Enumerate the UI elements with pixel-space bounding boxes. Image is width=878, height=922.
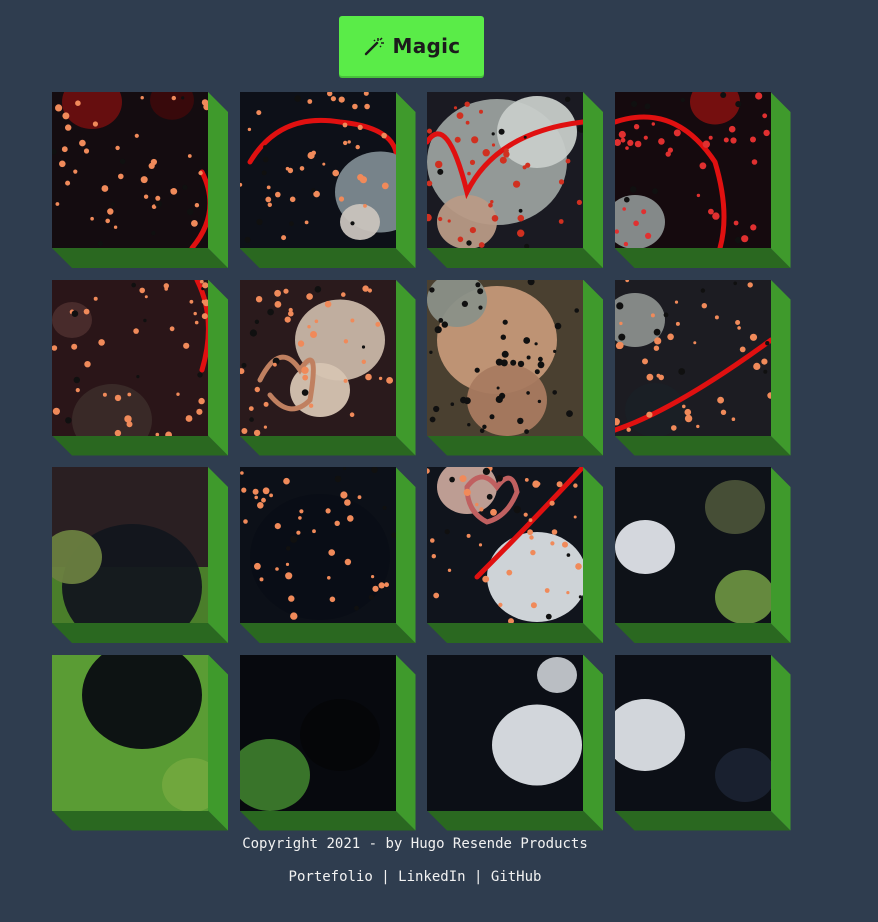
tile-side-edge — [395, 92, 416, 268]
tile-bottom-edge — [52, 248, 228, 268]
tile-image-slice — [239, 467, 396, 623]
puzzle-tile[interactable] — [614, 654, 791, 831]
tile-bottom-edge — [427, 810, 603, 831]
tile-image-slice — [427, 279, 583, 436]
tile-image — [239, 467, 396, 623]
tile-image — [427, 467, 583, 623]
tile-image — [239, 92, 396, 248]
tile-image-slice — [614, 654, 771, 811]
tile-image-slice — [614, 467, 771, 623]
tile-image-slice — [427, 467, 583, 623]
tile-image — [239, 654, 396, 811]
puzzle-tile[interactable] — [52, 467, 228, 643]
puzzle-tile[interactable] — [427, 654, 603, 831]
tile-image-slice — [52, 467, 208, 623]
tile-image — [614, 279, 771, 436]
tile-bottom-edge — [239, 435, 416, 456]
puzzle-tile[interactable] — [52, 654, 228, 831]
tile-side-edge — [208, 467, 228, 643]
puzzle-tile[interactable] — [614, 467, 791, 643]
tile-bottom-edge — [427, 435, 603, 456]
tile-bottom-edge — [614, 248, 791, 268]
tile-side-edge — [208, 92, 228, 268]
link-separator: | — [381, 869, 390, 885]
puzzle-tile[interactable] — [239, 92, 416, 268]
magic-wand-icon — [364, 37, 384, 56]
puzzle-tile[interactable] — [427, 279, 603, 456]
tile-side-edge — [583, 92, 603, 268]
tile-image — [427, 279, 583, 436]
tile-side-edge — [395, 654, 416, 831]
tile-bottom-edge — [239, 248, 416, 268]
puzzle-tile[interactable] — [239, 279, 416, 456]
puzzle-tile[interactable] — [427, 92, 603, 268]
tile-image-slice — [239, 92, 396, 248]
puzzle-grid — [52, 92, 792, 832]
tile-image — [52, 467, 208, 623]
github-link[interactable]: GitHub — [491, 869, 542, 885]
link-separator: | — [474, 869, 483, 885]
tile-image-slice — [427, 654, 583, 811]
tile-bottom-edge — [614, 623, 791, 643]
tile-bottom-edge — [614, 810, 791, 831]
tile-side-edge — [770, 467, 791, 643]
portfolio-link[interactable]: Portefolio — [289, 869, 373, 885]
tile-image — [614, 654, 771, 811]
tile-image-slice — [52, 279, 208, 436]
tile-side-edge — [208, 279, 228, 456]
copyright-text: Copyright 2021 - by Hugo Resende Product… — [242, 836, 588, 852]
tile-image-slice — [52, 654, 208, 811]
tile-image-slice — [239, 279, 396, 436]
tile-bottom-edge — [239, 810, 416, 831]
tile-side-edge — [395, 467, 416, 643]
tile-image-slice — [52, 92, 208, 248]
tile-image — [239, 279, 396, 436]
tile-bottom-edge — [52, 435, 228, 456]
tile-bottom-edge — [427, 248, 603, 268]
magic-button[interactable]: Magic — [339, 16, 484, 76]
linkedin-link[interactable]: LinkedIn — [398, 869, 465, 885]
tile-image — [52, 92, 208, 248]
puzzle-tile[interactable] — [427, 467, 603, 643]
tile-bottom-edge — [52, 810, 228, 831]
tile-side-edge — [583, 467, 603, 643]
tile-bottom-edge — [52, 623, 228, 643]
tile-image-slice — [427, 92, 583, 248]
tile-bottom-edge — [427, 623, 603, 643]
puzzle-tile[interactable] — [52, 92, 228, 268]
tile-image-slice — [614, 279, 771, 436]
footer-links: Portefolio | LinkedIn | GitHub — [0, 869, 830, 885]
tile-side-edge — [770, 654, 791, 831]
puzzle-tile[interactable] — [614, 279, 791, 456]
tile-side-edge — [770, 279, 791, 456]
puzzle-tile[interactable] — [52, 279, 228, 456]
tile-side-edge — [583, 654, 603, 831]
tile-side-edge — [583, 279, 603, 456]
puzzle-tile[interactable] — [239, 467, 416, 643]
tile-bottom-edge — [614, 435, 791, 456]
puzzle-tile[interactable] — [239, 654, 416, 831]
tile-image — [427, 654, 583, 811]
tile-image — [614, 92, 771, 248]
magic-button-label: Magic — [392, 34, 461, 58]
tile-side-edge — [770, 92, 791, 268]
tile-image — [52, 654, 208, 811]
tile-bottom-edge — [239, 623, 416, 643]
tile-side-edge — [395, 279, 416, 456]
tile-image-slice — [614, 92, 771, 248]
puzzle-tile[interactable] — [614, 92, 791, 268]
tile-image — [614, 467, 771, 623]
tile-image — [427, 92, 583, 248]
tile-image-slice — [239, 654, 396, 811]
tile-side-edge — [208, 654, 228, 831]
tile-image — [52, 279, 208, 436]
